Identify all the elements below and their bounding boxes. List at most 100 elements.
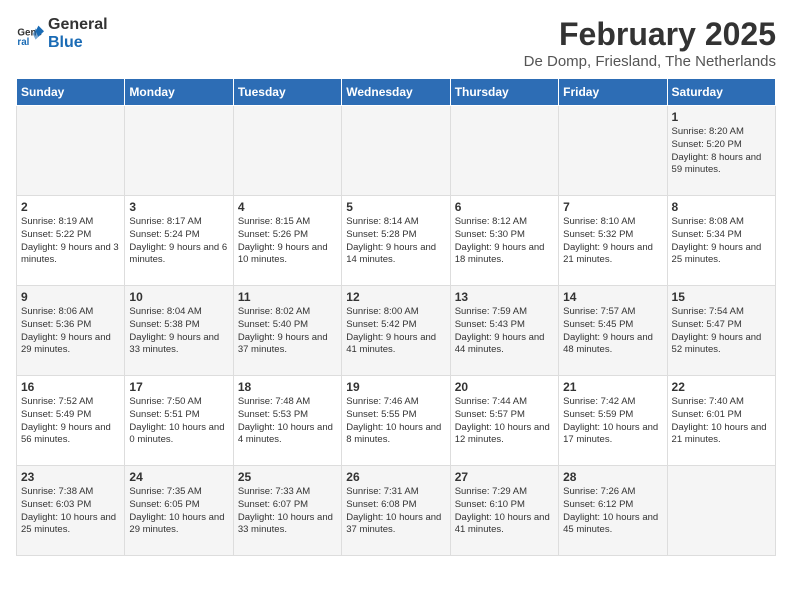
svg-text:ral: ral [17,37,29,48]
calendar-cell: 19 Sunrise: 7:46 AM Sunset: 5:55 PM Dayli… [342,376,450,466]
day-number: 4 [238,200,337,214]
calendar-week-row: 9Sunrise: 8:06 AM Sunset: 5:36 PM Daylig… [17,286,776,376]
day-info: Sunrise: 7:46 AM Sunset: 5:55 PM Dayligh… [346,396,445,447]
logo-icon: Gene ral [16,20,44,48]
day-info: Sunrise: 7:50 AM Sunset: 5:51 PM Dayligh… [129,396,228,447]
day-info: Sunrise: 8:12 AM Sunset: 5:30 PM Dayligh… [455,216,554,267]
header: Gene ral General Blue February 2025 De D… [16,16,776,70]
calendar-cell: 23Sunrise: 7:38 AM Sunset: 6:03 PM Dayli… [17,466,125,556]
calendar-body: 1 Sunrise: 8:20 AM Sunset: 5:20 PM Daylig… [17,106,776,556]
calendar-cell: 24 Sunrise: 7:35 AM Sunset: 6:05 PM Dayli… [125,466,233,556]
calendar-cell [559,106,667,196]
day-info: Sunrise: 7:35 AM Sunset: 6:05 PM Dayligh… [129,486,228,537]
day-info: Sunrise: 8:17 AM Sunset: 5:24 PM Dayligh… [129,216,228,267]
day-number: 23 [21,470,120,484]
day-number: 27 [455,470,554,484]
day-info: Sunrise: 7:54 AM Sunset: 5:47 PM Dayligh… [672,306,771,357]
day-header-thursday: Thursday [450,79,558,106]
calendar-cell: 25 Sunrise: 7:33 AM Sunset: 6:07 PM Dayli… [233,466,341,556]
day-info: Sunrise: 8:15 AM Sunset: 5:26 PM Dayligh… [238,216,337,267]
day-number: 9 [21,290,120,304]
day-info: Sunrise: 7:40 AM Sunset: 6:01 PM Dayligh… [672,396,771,447]
calendar-cell: 28 Sunrise: 7:26 AM Sunset: 6:12 PM Dayli… [559,466,667,556]
day-info: Sunrise: 7:29 AM Sunset: 6:10 PM Dayligh… [455,486,554,537]
calendar-table: SundayMondayTuesdayWednesdayThursdayFrid… [16,78,776,556]
day-number: 11 [238,290,337,304]
day-info: Sunrise: 7:48 AM Sunset: 5:53 PM Dayligh… [238,396,337,447]
logo-line2: Blue [48,34,108,52]
calendar-week-row: 23Sunrise: 7:38 AM Sunset: 6:03 PM Dayli… [17,466,776,556]
day-number: 13 [455,290,554,304]
calendar-cell: 27 Sunrise: 7:29 AM Sunset: 6:10 PM Dayli… [450,466,558,556]
calendar-cell: 7 Sunrise: 8:10 AM Sunset: 5:32 PM Daylig… [559,196,667,286]
day-number: 17 [129,380,228,394]
calendar-cell: 11 Sunrise: 8:02 AM Sunset: 5:40 PM Dayli… [233,286,341,376]
day-number: 1 [672,110,771,124]
calendar-cell: 3 Sunrise: 8:17 AM Sunset: 5:24 PM Daylig… [125,196,233,286]
calendar-cell [450,106,558,196]
calendar-cell: 5Sunrise: 8:14 AM Sunset: 5:28 PM Daylig… [342,196,450,286]
day-number: 12 [346,290,445,304]
day-header-saturday: Saturday [667,79,775,106]
calendar-cell: 14Sunrise: 7:57 AM Sunset: 5:45 PM Dayli… [559,286,667,376]
day-info: Sunrise: 8:14 AM Sunset: 5:28 PM Dayligh… [346,216,445,267]
calendar-cell: 13 Sunrise: 7:59 AM Sunset: 5:43 PM Dayli… [450,286,558,376]
title-area: February 2025 De Domp, Friesland, The Ne… [524,16,776,70]
day-number: 19 [346,380,445,394]
day-header-monday: Monday [125,79,233,106]
day-number: 15 [672,290,771,304]
calendar-week-row: 16Sunrise: 7:52 AM Sunset: 5:49 PM Dayli… [17,376,776,466]
day-info: Sunrise: 7:26 AM Sunset: 6:12 PM Dayligh… [563,486,662,537]
calendar-cell: 4 Sunrise: 8:15 AM Sunset: 5:26 PM Daylig… [233,196,341,286]
day-number: 10 [129,290,228,304]
day-number: 6 [455,200,554,214]
day-header-tuesday: Tuesday [233,79,341,106]
calendar-cell [342,106,450,196]
calendar-cell [667,466,775,556]
day-number: 3 [129,200,228,214]
calendar-cell: 12Sunrise: 8:00 AM Sunset: 5:42 PM Dayli… [342,286,450,376]
calendar-cell: 1 Sunrise: 8:20 AM Sunset: 5:20 PM Daylig… [667,106,775,196]
calendar-cell [125,106,233,196]
day-header-wednesday: Wednesday [342,79,450,106]
day-number: 25 [238,470,337,484]
day-number: 7 [563,200,662,214]
day-number: 22 [672,380,771,394]
day-info: Sunrise: 7:42 AM Sunset: 5:59 PM Dayligh… [563,396,662,447]
calendar-cell: 17 Sunrise: 7:50 AM Sunset: 5:51 PM Dayli… [125,376,233,466]
calendar-cell: 9Sunrise: 8:06 AM Sunset: 5:36 PM Daylig… [17,286,125,376]
day-header-sunday: Sunday [17,79,125,106]
calendar-week-row: 2Sunrise: 8:19 AM Sunset: 5:22 PM Daylig… [17,196,776,286]
calendar-cell: 10 Sunrise: 8:04 AM Sunset: 5:38 PM Dayli… [125,286,233,376]
day-info: Sunrise: 8:04 AM Sunset: 5:38 PM Dayligh… [129,306,228,357]
calendar-cell: 20 Sunrise: 7:44 AM Sunset: 5:57 PM Dayli… [450,376,558,466]
day-info: Sunrise: 7:59 AM Sunset: 5:43 PM Dayligh… [455,306,554,357]
calendar-cell: 21 Sunrise: 7:42 AM Sunset: 5:59 PM Dayli… [559,376,667,466]
calendar-cell: 16Sunrise: 7:52 AM Sunset: 5:49 PM Dayli… [17,376,125,466]
day-number: 18 [238,380,337,394]
logo: Gene ral General Blue [16,16,108,51]
day-header-friday: Friday [559,79,667,106]
calendar-cell: 15 Sunrise: 7:54 AM Sunset: 5:47 PM Dayli… [667,286,775,376]
calendar-week-row: 1 Sunrise: 8:20 AM Sunset: 5:20 PM Daylig… [17,106,776,196]
calendar-cell: 2Sunrise: 8:19 AM Sunset: 5:22 PM Daylig… [17,196,125,286]
calendar-cell: 18 Sunrise: 7:48 AM Sunset: 5:53 PM Dayli… [233,376,341,466]
day-number: 28 [563,470,662,484]
calendar-header-row: SundayMondayTuesdayWednesdayThursdayFrid… [17,79,776,106]
day-number: 16 [21,380,120,394]
day-number: 21 [563,380,662,394]
main-title: February 2025 [524,16,776,53]
day-info: Sunrise: 8:20 AM Sunset: 5:20 PM Dayligh… [672,126,771,177]
day-info: Sunrise: 8:10 AM Sunset: 5:32 PM Dayligh… [563,216,662,267]
day-number: 2 [21,200,120,214]
day-number: 20 [455,380,554,394]
day-info: Sunrise: 7:57 AM Sunset: 5:45 PM Dayligh… [563,306,662,357]
day-info: Sunrise: 7:33 AM Sunset: 6:07 PM Dayligh… [238,486,337,537]
logo-line1: General [48,16,108,34]
calendar-cell: 22 Sunrise: 7:40 AM Sunset: 6:01 PM Dayli… [667,376,775,466]
day-info: Sunrise: 8:02 AM Sunset: 5:40 PM Dayligh… [238,306,337,357]
day-number: 24 [129,470,228,484]
calendar-cell: 26Sunrise: 7:31 AM Sunset: 6:08 PM Dayli… [342,466,450,556]
day-number: 26 [346,470,445,484]
day-info: Sunrise: 7:44 AM Sunset: 5:57 PM Dayligh… [455,396,554,447]
